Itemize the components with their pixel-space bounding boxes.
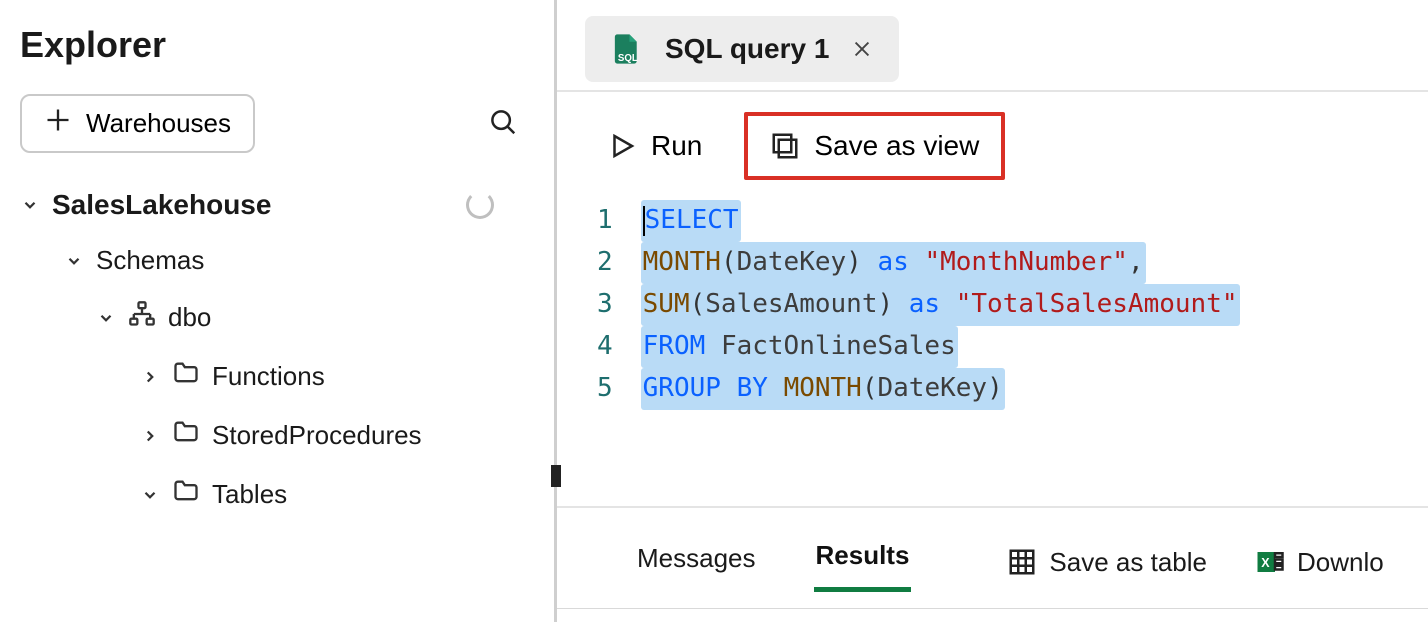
code-line: SUM(SalesAmount) as "TotalSalesAmount" <box>641 284 1240 326</box>
close-tab-button[interactable] <box>851 38 873 60</box>
line-number: 5 <box>597 368 613 410</box>
token-comma: , <box>1128 247 1144 277</box>
run-label: Run <box>651 130 702 162</box>
sql-editor[interactable]: 1 2 3 4 5 SELECT MONTH(DateKey) as "Mont… <box>557 200 1428 410</box>
close-icon <box>851 38 873 60</box>
save-as-view-icon <box>770 131 800 161</box>
code-line: GROUP BY MONTH(DateKey) <box>641 368 1240 410</box>
token-string: "MonthNumber" <box>924 247 1128 277</box>
play-icon <box>607 131 637 161</box>
run-button[interactable]: Run <box>593 122 716 170</box>
tab-messages[interactable]: Messages <box>635 535 758 590</box>
results-panel: Messages Results Save as table X Downlo <box>557 506 1428 592</box>
sql-file-icon: SQL <box>611 32 643 66</box>
tab-results[interactable]: Results <box>814 532 912 592</box>
tree-label: Schemas <box>96 245 204 276</box>
token-keyword: SELECT <box>645 205 739 235</box>
line-number: 4 <box>597 326 613 368</box>
add-warehouse-button[interactable]: Warehouses <box>20 94 255 153</box>
chevron-right-icon <box>140 368 160 386</box>
tree-label: Functions <box>212 361 325 392</box>
save-as-table-label: Save as table <box>1049 547 1207 578</box>
loading-spinner-icon <box>466 191 494 219</box>
tree-node-dbo[interactable]: dbo <box>20 288 534 347</box>
token-identifier: SalesAmount <box>705 289 877 319</box>
search-icon <box>488 107 518 137</box>
tree-label: Tables <box>212 479 287 510</box>
editor-gutter: 1 2 3 4 5 <box>585 200 641 410</box>
code-line: FROM FactOnlineSales <box>641 326 1240 368</box>
token-paren: ( <box>862 373 878 403</box>
explorer-toolbar: Warehouses <box>20 94 534 153</box>
download-label: Downlo <box>1297 547 1384 578</box>
code-line: SELECT <box>641 200 1240 242</box>
svg-text:X: X <box>1261 556 1270 570</box>
line-number: 1 <box>597 200 613 242</box>
token-keyword: as <box>909 289 940 319</box>
tree-node-stored-procedures[interactable]: StoredProcedures <box>20 406 534 465</box>
schema-icon <box>128 300 156 335</box>
token-keyword: FROM <box>643 331 706 361</box>
save-as-view-label: Save as view <box>814 130 979 162</box>
explorer-search-button[interactable] <box>482 106 524 141</box>
folder-icon <box>172 477 200 512</box>
query-toolbar: Run Save as view <box>557 92 1428 200</box>
chevron-right-icon <box>140 427 160 445</box>
editor-tab[interactable]: SQL SQL query 1 <box>585 16 899 82</box>
save-as-table-button[interactable]: Save as table <box>1007 547 1207 578</box>
tree-node-tables[interactable]: Tables <box>20 465 534 524</box>
editor-tab-title: SQL query 1 <box>665 33 829 65</box>
tree-node-functions[interactable]: Functions <box>20 347 534 406</box>
download-excel-button[interactable]: X Downlo <box>1255 547 1384 578</box>
add-warehouse-label: Warehouses <box>86 108 231 139</box>
token-identifier: DateKey <box>737 247 847 277</box>
token-function: SUM <box>643 289 690 319</box>
save-as-view-button[interactable]: Save as view <box>744 112 1005 180</box>
token-string: "TotalSalesAmount" <box>956 289 1238 319</box>
tree-label: StoredProcedures <box>212 420 422 451</box>
chevron-down-icon <box>20 196 40 214</box>
folder-icon <box>172 418 200 453</box>
token-identifier: DateKey <box>878 373 988 403</box>
tree-label: SalesLakehouse <box>52 189 271 221</box>
token-paren: ) <box>846 247 862 277</box>
token-keyword: BY <box>737 373 768 403</box>
token-function: MONTH <box>784 373 862 403</box>
token-keyword: GROUP <box>643 373 721 403</box>
table-icon <box>1007 547 1037 577</box>
tree-label: dbo <box>168 302 211 333</box>
explorer-title: Explorer <box>20 24 534 66</box>
explorer-panel: Explorer Warehouses SalesLakehouse <box>0 0 557 622</box>
token-paren: ) <box>877 289 893 319</box>
token-identifier: FactOnlineSales <box>721 331 956 361</box>
token-keyword: as <box>877 247 908 277</box>
code-line: MONTH(DateKey) as "MonthNumber", <box>641 242 1240 284</box>
editor-code[interactable]: SELECT MONTH(DateKey) as "MonthNumber", … <box>641 200 1240 410</box>
results-actions: Save as table X Downlo <box>1007 547 1383 578</box>
chevron-down-icon <box>96 309 116 327</box>
tree-node-saleslakehouse[interactable]: SalesLakehouse <box>20 177 534 233</box>
line-number: 2 <box>597 242 613 284</box>
folder-icon <box>172 359 200 394</box>
editor-tabbar: SQL SQL query 1 <box>557 0 1428 82</box>
plus-icon <box>44 106 72 141</box>
token-paren: ( <box>690 289 706 319</box>
token-paren: ( <box>721 247 737 277</box>
token-paren: ) <box>987 373 1003 403</box>
tree-node-schemas[interactable]: Schemas <box>20 233 534 288</box>
results-grid-edge <box>557 608 1428 622</box>
excel-icon: X <box>1255 547 1285 577</box>
split-handle[interactable] <box>551 465 561 487</box>
token-function: MONTH <box>643 247 721 277</box>
svg-text:SQL: SQL <box>618 53 638 64</box>
line-number: 3 <box>597 284 613 326</box>
chevron-down-icon <box>64 252 84 270</box>
chevron-down-icon <box>140 486 160 504</box>
explorer-tree: SalesLakehouse Schemas dbo <box>20 177 534 524</box>
app-root: Explorer Warehouses SalesLakehouse <box>0 0 1428 622</box>
main-panel: SQL SQL query 1 Run Save as view <box>557 0 1428 622</box>
